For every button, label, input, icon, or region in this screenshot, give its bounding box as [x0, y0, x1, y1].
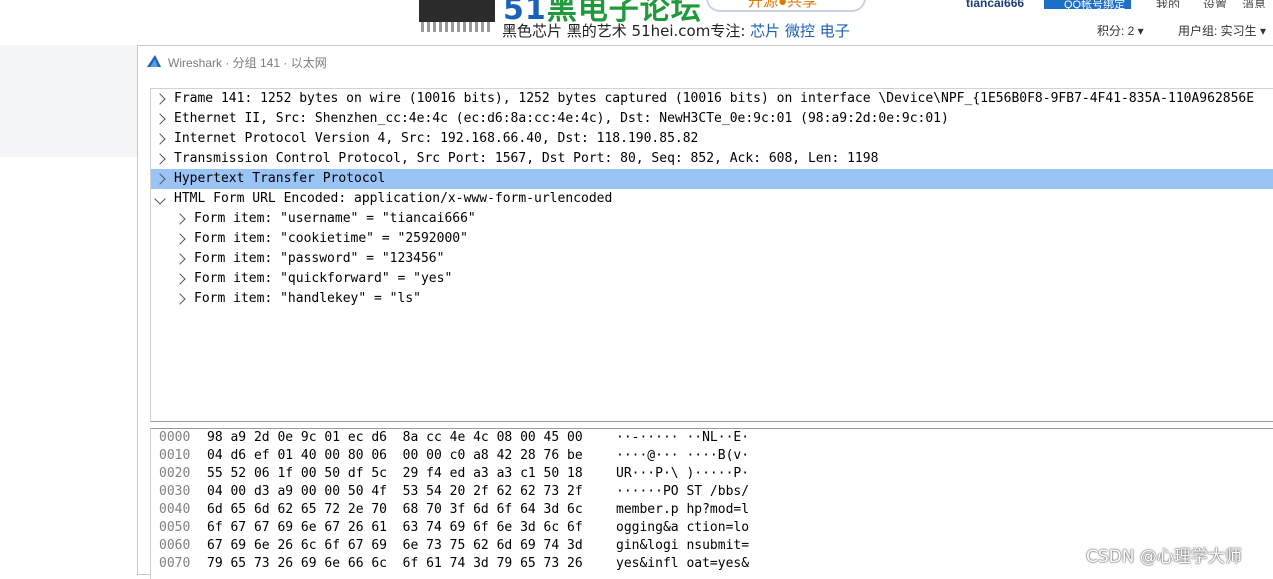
wireshark-fin-icon: [147, 55, 161, 67]
points-dropdown[interactable]: 积分: 2 ▾: [1097, 22, 1144, 39]
hex-ascii: yes&infl oat=yes&: [616, 556, 750, 571]
chevron-right-icon[interactable]: [154, 109, 166, 129]
chevron-right-icon[interactable]: [174, 289, 186, 309]
chip-logo-icon: [419, 0, 495, 32]
tree-item-label: Frame 141: 1252 bytes on wire (10016 bit…: [174, 91, 1255, 106]
my-menu-link[interactable]: 我的: [1156, 0, 1180, 8]
tree-item-form-field[interactable]: Form item: "quickforward" = "yes": [151, 269, 1273, 289]
tree-item-label: Ethernet II, Src: Shenzhen_cc:4e:4c (ec:…: [174, 111, 949, 126]
tree-item-form-field[interactable]: Form item: "username" = "tiancai666": [151, 209, 1273, 229]
tree-item-protocol[interactable]: Hypertext Transfer Protocol: [151, 169, 1273, 189]
tree-item-label: Hypertext Transfer Protocol: [174, 171, 386, 186]
tree-item-form-field[interactable]: Form item: "handlekey" = "ls": [151, 289, 1273, 309]
forum-header: 51黑电子论坛 开源●共享 黑色芯片 黑的艺术 51hei.com专注: 芯片 …: [0, 0, 1273, 45]
tree-item-form-field[interactable]: Form item: "cookietime" = "2592000": [151, 229, 1273, 249]
hex-offset: 0070: [159, 556, 191, 571]
forum-username[interactable]: tiancai666: [966, 0, 1024, 8]
settings-link[interactable]: 设置: [1203, 0, 1227, 8]
hex-bytes: 04 d6 ef 01 40 00 80 06 00 00 c0 a8 42 2…: [207, 448, 583, 463]
hex-offset: 0060: [159, 538, 191, 553]
hex-dump-row[interactable]: 0020 55 52 06 1f 00 50 df 5c 29 f4 ed a3 …: [151, 465, 1273, 483]
forum-tagline: 黑色芯片 黑的艺术 51hei.com专注: 芯片 微控 电子: [502, 22, 850, 40]
hex-bytes: 55 52 06 1f 00 50 df 5c 29 f4 ed a3 a3 c…: [207, 466, 583, 481]
csdn-watermark: CSDN @心理学大师: [1086, 547, 1242, 567]
tree-item-label: Internet Protocol Version 4, Src: 192.16…: [174, 131, 699, 146]
tree-item-label: Transmission Control Protocol, Src Port:…: [174, 151, 879, 166]
hex-ascii: ······PO ST /bbs/: [616, 484, 750, 499]
hex-dump-row[interactable]: 0050 6f 67 67 69 6e 67 26 61 63 74 69 6f …: [151, 519, 1273, 537]
hex-bytes: 6f 67 67 69 6e 67 26 61 63 74 69 6f 6e 3…: [207, 520, 583, 535]
tree-item-label: Form item: "cookietime" = "2592000": [194, 231, 468, 246]
hex-dump-row[interactable]: 0010 04 d6 ef 01 40 00 80 06 00 00 c0 a8 …: [151, 447, 1273, 465]
forum-sidebar-strip: [0, 45, 137, 157]
chevron-right-icon[interactable]: [174, 249, 186, 269]
hex-dump-row[interactable]: 0040 6d 65 6d 62 65 72 2e 70 68 70 3f 6d …: [151, 501, 1273, 519]
tagline-link-electronics[interactable]: 电子: [820, 22, 850, 40]
hex-offset: 0000: [159, 430, 191, 445]
hex-bytes: 67 69 6e 26 6c 6f 67 69 6e 73 75 62 6d 6…: [207, 538, 583, 553]
tagline-link-mcu[interactable]: 微控: [785, 22, 815, 40]
hex-offset: 0030: [159, 484, 191, 499]
hex-offset: 0010: [159, 448, 191, 463]
chevron-right-icon[interactable]: [174, 229, 186, 249]
tagline-link-chip[interactable]: 芯片: [750, 22, 780, 40]
hex-dump-row[interactable]: 0000 98 a9 2d 0e 9c 01 ec d6 8a cc 4e 4c …: [151, 429, 1273, 447]
window-title: Wireshark · 分组 141 · 以太网: [168, 56, 327, 70]
tree-item-label: Form item: "username" = "tiancai666": [194, 211, 476, 226]
window-titlebar[interactable]: Wireshark · 分组 141 · 以太网: [138, 46, 1273, 76]
wireshark-packet-window: Wireshark · 分组 141 · 以太网 Frame 141: 1252…: [137, 45, 1273, 579]
tree-item-label: Form item: "password" = "123456": [194, 251, 445, 266]
hex-bytes: 04 00 d3 a9 00 00 50 4f 53 54 20 2f 62 6…: [207, 484, 583, 499]
tree-item-label: Form item: "handlekey" = "ls": [194, 291, 421, 306]
chevron-right-icon[interactable]: [174, 269, 186, 289]
chevron-right-icon[interactable]: [154, 89, 166, 109]
qq-bind-button[interactable]: QQ帐号绑定: [1044, 0, 1132, 9]
user-group-dropdown[interactable]: 用户组: 实习生 ▾: [1178, 22, 1266, 39]
hex-bytes: 79 65 73 26 69 6e 66 6c 6f 61 74 3d 79 6…: [207, 556, 583, 571]
hex-ascii: UR···P·\ )·····P·: [616, 466, 750, 481]
tree-item-form-field[interactable]: Form item: "password" = "123456": [151, 249, 1273, 269]
tree-item-label: Form item: "quickforward" = "yes": [194, 271, 453, 286]
chevron-down-icon[interactable]: [154, 189, 166, 209]
tree-item-protocol[interactable]: HTML Form URL Encoded: application/x-www…: [151, 189, 1273, 209]
packet-details-tree[interactable]: Frame 141: 1252 bytes on wire (10016 bit…: [150, 88, 1273, 422]
hex-bytes: 6d 65 6d 62 65 72 2e 70 68 70 3f 6d 6f 6…: [207, 502, 583, 517]
messages-link[interactable]: 消息: [1242, 0, 1266, 8]
hex-ascii: gin&logi nsubmit=: [616, 538, 750, 553]
tree-item-label: HTML Form URL Encoded: application/x-www…: [174, 191, 613, 206]
hex-offset: 0020: [159, 466, 191, 481]
chevron-right-icon[interactable]: [174, 209, 186, 229]
chevron-right-icon[interactable]: [154, 129, 166, 149]
tree-item-protocol[interactable]: Transmission Control Protocol, Src Port:…: [151, 149, 1273, 169]
hex-bytes: 98 a9 2d 0e 9c 01 ec d6 8a cc 4e 4c 08 0…: [207, 430, 583, 445]
hex-offset: 0040: [159, 502, 191, 517]
tree-item-protocol[interactable]: Frame 141: 1252 bytes on wire (10016 bit…: [151, 89, 1273, 109]
chevron-right-icon[interactable]: [154, 149, 166, 169]
hex-dump-row[interactable]: 0030 04 00 d3 a9 00 00 50 4f 53 54 20 2f …: [151, 483, 1273, 501]
hex-ascii: member.p hp?mod=l: [616, 502, 750, 517]
tree-item-protocol[interactable]: Internet Protocol Version 4, Src: 192.16…: [151, 129, 1273, 149]
promo-banner[interactable]: 开源●共享: [706, 0, 866, 12]
tree-item-protocol[interactable]: Ethernet II, Src: Shenzhen_cc:4e:4c (ec:…: [151, 109, 1273, 129]
hex-offset: 0050: [159, 520, 191, 535]
hex-ascii: ogging&a ction=lo: [616, 520, 750, 535]
hex-ascii: ····@··· ····B(v·: [616, 448, 750, 463]
chevron-right-icon[interactable]: [154, 169, 166, 189]
hex-ascii: ··-····· ··NL··E·: [616, 430, 750, 445]
